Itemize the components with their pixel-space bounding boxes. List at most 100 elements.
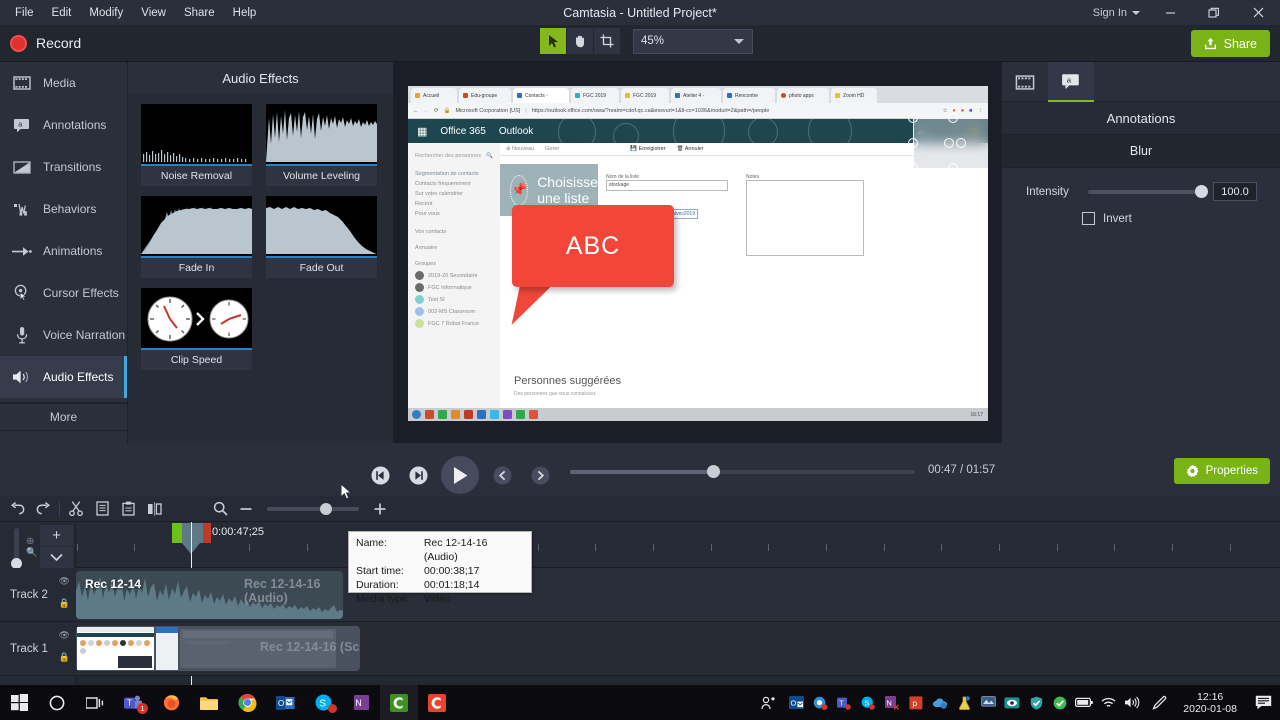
- step-back-button[interactable]: [365, 460, 395, 490]
- back-icon[interactable]: ←: [413, 108, 419, 114]
- chrome-icon[interactable]: [228, 685, 266, 720]
- selection-handle-tc[interactable]: [948, 113, 958, 123]
- rail-item-cursor-effects[interactable]: Cursor Effects: [0, 272, 127, 314]
- redo-icon[interactable]: [30, 496, 56, 522]
- effect-card-noise-removal[interactable]: Noise Removal: [141, 104, 252, 186]
- group-item[interactable]: Test SI: [415, 295, 493, 304]
- gerer-button[interactable]: Gerer: [545, 146, 559, 152]
- scrubber-knob[interactable]: [707, 465, 720, 478]
- zoom-in-icon[interactable]: [367, 496, 393, 522]
- selection-handle-mc[interactable]: [956, 138, 966, 148]
- check-shield-icon[interactable]: [1048, 685, 1072, 720]
- battery-icon[interactable]: [1072, 685, 1096, 720]
- sidebar-item[interactable]: Sur votre calendrier: [415, 191, 493, 197]
- selection-handle-tl[interactable]: [908, 113, 918, 123]
- invert-checkbox[interactable]: [1082, 212, 1095, 225]
- canvas-zoom-select[interactable]: 45%: [633, 28, 753, 54]
- close-button[interactable]: [1236, 0, 1280, 25]
- outlook-icon[interactable]: O: [266, 685, 304, 720]
- menu-modify[interactable]: Modify: [80, 4, 132, 22]
- windows-start-icon[interactable]: [0, 685, 38, 720]
- collapse-tracks-button[interactable]: [40, 547, 73, 568]
- camtasia-red-icon[interactable]: [418, 685, 456, 720]
- timeline-zoom-slider[interactable]: [267, 502, 359, 515]
- play-button[interactable]: [441, 456, 479, 494]
- pointer-tool-button[interactable]: [540, 28, 566, 54]
- menu-share[interactable]: Share: [175, 4, 224, 22]
- microsoft-teams-icon[interactable]: T 1: [114, 685, 152, 720]
- experiment-icon[interactable]: [952, 685, 976, 720]
- undo-icon[interactable]: [4, 496, 30, 522]
- sidebar-item[interactable]: Segmentation de contacts: [415, 171, 493, 177]
- new-contact-button[interactable]: ⊕ Nouveau: [506, 146, 534, 152]
- extension-icon[interactable]: ●: [961, 108, 964, 114]
- sidebar-item[interactable]: Pour vous: [415, 211, 493, 217]
- add-track-button[interactable]: +: [40, 525, 73, 546]
- volume-icon[interactable]: [1120, 685, 1144, 720]
- browser-tab[interactable]: photo apps: [777, 88, 829, 103]
- lock-icon[interactable]: 🔒: [59, 652, 70, 663]
- share-button[interactable]: Share: [1190, 30, 1270, 57]
- browser-tab[interactable]: Accueil: [411, 88, 457, 103]
- browser-address-bar[interactable]: ← → ⟳ 🔒 Microsoft Corporation [US] | htt…: [408, 103, 988, 119]
- sidebar-item[interactable]: Contacts frequemment: [415, 181, 493, 187]
- track-header-1[interactable]: Track 1 👁 🔒: [0, 622, 76, 675]
- rail-item-audio-effects[interactable]: Audio Effects: [0, 356, 127, 398]
- outlook-blue-icon[interactable]: [808, 685, 832, 720]
- eye-icon[interactable]: 👁: [59, 576, 70, 587]
- cut-icon[interactable]: [63, 496, 89, 522]
- task-view-icon[interactable]: [76, 685, 114, 720]
- rail-item-transitions[interactable]: Transitions: [0, 146, 127, 188]
- app-launcher-icon[interactable]: ▦: [417, 125, 427, 138]
- browser-tab[interactable]: Rencontre: [723, 88, 775, 103]
- intensity-value-field[interactable]: 100.0: [1213, 182, 1257, 201]
- browser-tab[interactable]: Zoom HD: [831, 88, 877, 103]
- teams-tray-icon[interactable]: T: [832, 685, 856, 720]
- people-search-field[interactable]: Rechercher des personnes 🔍: [415, 153, 493, 159]
- powerpoint-tray-icon[interactable]: p: [904, 685, 928, 720]
- outlook-tray-icon[interactable]: O: [784, 685, 808, 720]
- zoom-search-icon[interactable]: [207, 496, 233, 522]
- effect-card-fade-out[interactable]: Fade Out: [266, 196, 377, 278]
- group-item[interactable]: 002-MS Classroom: [415, 307, 493, 316]
- copy-icon[interactable]: [89, 496, 115, 522]
- intensity-slider-knob[interactable]: [1195, 184, 1208, 198]
- menu-edit[interactable]: Edit: [43, 4, 81, 22]
- effect-card-clip-speed[interactable]: Clip Speed: [141, 288, 252, 370]
- browser-tab[interactable]: Atelier 4 -: [671, 88, 721, 103]
- rail-more-button[interactable]: More: [0, 403, 127, 431]
- crop-tool-button[interactable]: [594, 28, 620, 54]
- playhead-in-marker[interactable]: [172, 523, 182, 543]
- pen-icon[interactable]: [1144, 685, 1174, 720]
- zoom-out-icon[interactable]: [233, 496, 259, 522]
- list-name-input[interactable]: stockage: [606, 180, 728, 191]
- bookmark-star-icon[interactable]: ☆: [943, 108, 948, 114]
- display-icon[interactable]: [976, 685, 1000, 720]
- effect-card-fade-in[interactable]: Fade In: [141, 196, 252, 278]
- onenote-icon[interactable]: N: [342, 685, 380, 720]
- selection-handle-ml[interactable]: [908, 138, 918, 148]
- playhead-body[interactable]: [182, 523, 203, 543]
- cloud-sync-icon[interactable]: [928, 685, 952, 720]
- rail-item-behaviors[interactable]: Behaviors: [0, 188, 127, 230]
- prev-marker-button[interactable]: [487, 460, 517, 490]
- firefox-icon[interactable]: [152, 685, 190, 720]
- abc-callout[interactable]: ABC: [512, 205, 674, 287]
- effect-card-volume-leveling[interactable]: Volume Leveling: [266, 104, 377, 186]
- file-explorer-icon[interactable]: [190, 685, 228, 720]
- camtasia-green-icon[interactable]: [380, 685, 418, 720]
- action-center-icon[interactable]: [1246, 685, 1280, 720]
- timeline-clip-video[interactable]: Rec 12-14-16 (Sc: [76, 626, 360, 671]
- sidebar-item[interactable]: Recent: [415, 201, 493, 207]
- rail-item-voice-narration[interactable]: Voice Narration: [0, 314, 127, 356]
- eye-icon[interactable]: [1000, 685, 1024, 720]
- notes-input[interactable]: [746, 180, 864, 256]
- group-item[interactable]: 2019-20 Secondaire: [415, 271, 493, 280]
- extension-icon[interactable]: ■: [969, 108, 972, 114]
- browser-tab-active[interactable]: Contacts -: [513, 88, 569, 103]
- group-item[interactable]: FGC 7 Robot France: [415, 319, 493, 328]
- rail-item-animations[interactable]: Animations: [0, 230, 127, 272]
- rail-item-media[interactable]: Media: [0, 62, 127, 104]
- intensity-slider[interactable]: [1088, 184, 1208, 198]
- sidebar-item[interactable]: Annuaire: [415, 245, 493, 251]
